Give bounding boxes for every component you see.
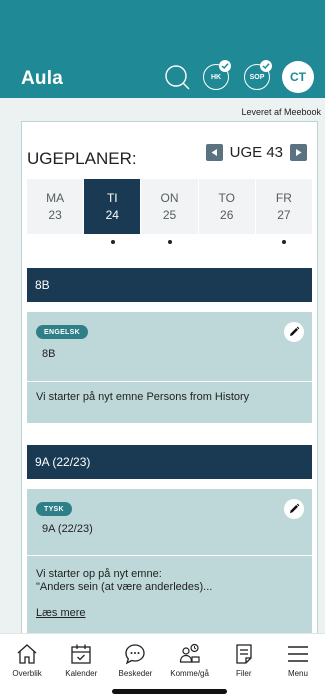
day-date: 27 bbox=[277, 207, 291, 222]
nav-filer[interactable]: Filer bbox=[217, 634, 271, 697]
day-tab-wednesday[interactable]: ON 25 bbox=[141, 179, 199, 234]
document-icon bbox=[236, 644, 252, 664]
lesson-card-engelsk[interactable]: ENGELSK 8B Vi starter på nyt emne Person… bbox=[27, 312, 312, 423]
subject-tag: ENGELSK bbox=[36, 325, 88, 339]
nav-overblik[interactable]: Overblik bbox=[0, 634, 54, 697]
day-name: ON bbox=[160, 190, 179, 205]
edit-button[interactable] bbox=[284, 499, 304, 519]
nav-beskeder[interactable]: Beskeder bbox=[108, 634, 162, 697]
calendar-icon bbox=[71, 644, 91, 664]
day-date: 25 bbox=[162, 207, 177, 222]
user-avatar[interactable]: CT bbox=[282, 61, 314, 93]
day-tab-thursday[interactable]: TO 26 bbox=[198, 179, 256, 234]
triangle-right-icon bbox=[296, 149, 302, 156]
day-tab-tuesday[interactable]: TI 24 bbox=[84, 179, 142, 234]
app-header: Aula HK SOP CT bbox=[0, 0, 325, 98]
nav-label: Menu bbox=[287, 669, 308, 678]
nav-label: Filer bbox=[235, 669, 252, 678]
checkmark-icon bbox=[219, 60, 231, 72]
read-more-link[interactable]: Læs mere bbox=[36, 607, 86, 619]
previous-week-button[interactable] bbox=[205, 144, 223, 161]
nav-komme-gaa[interactable]: Komme/gå bbox=[163, 634, 217, 697]
aula-logo[interactable]: Aula bbox=[21, 68, 63, 90]
nav-label: Komme/gå bbox=[170, 669, 209, 678]
pencil-icon bbox=[290, 326, 300, 336]
triangle-left-icon bbox=[211, 149, 217, 156]
day-name: MA bbox=[46, 190, 65, 205]
badge-label: HK bbox=[210, 73, 222, 81]
badge-label: SOP bbox=[249, 73, 265, 81]
provider-label: Leveret af Meebook bbox=[241, 107, 321, 117]
lesson-class-name: 8B bbox=[42, 348, 56, 360]
lesson-description-line2: "Anders sein (at være anderledes)... bbox=[36, 581, 213, 593]
day-tab-friday[interactable]: FR 27 bbox=[255, 179, 313, 234]
search-icon bbox=[165, 65, 190, 90]
lesson-card-header: ENGELSK 8B bbox=[27, 312, 312, 382]
nav-label: Kalender bbox=[65, 669, 98, 678]
weekplan-title: UGEPLANER: bbox=[27, 149, 137, 168]
entry-dot-indicator bbox=[167, 240, 172, 244]
checkmark-icon bbox=[260, 60, 272, 72]
institution-badge-hk[interactable]: HK bbox=[203, 60, 231, 90]
edit-button[interactable] bbox=[284, 322, 304, 342]
class-header-8b: 8B bbox=[27, 268, 312, 302]
bottom-navigation: Overblik Kalender Beskeder Komme/gå File… bbox=[0, 633, 325, 697]
entry-dot-indicator bbox=[110, 240, 115, 244]
nav-kalender[interactable]: Kalender bbox=[54, 634, 108, 697]
people-clock-icon bbox=[179, 643, 200, 663]
day-date: 26 bbox=[220, 207, 234, 222]
day-selector: MA 23 TI 24 ON 25 TO 26 FR 27 bbox=[27, 179, 313, 234]
institution-badge-sop[interactable]: SOP bbox=[244, 60, 272, 90]
next-week-button[interactable] bbox=[290, 144, 307, 161]
search-button[interactable] bbox=[164, 64, 190, 90]
class-header-9a: 9A (22/23) bbox=[27, 445, 312, 479]
weekplan-panel: UGEPLANER: UGE 43 MA 23 TI 24 ON 25 TO 2… bbox=[21, 121, 318, 641]
lesson-card-tysk[interactable]: TYSK 9A (22/23) Vi starter op på nyt emn… bbox=[27, 489, 312, 640]
day-date: 23 bbox=[48, 207, 62, 222]
lesson-description: Vi starter på nyt emne Persons from Hist… bbox=[36, 391, 250, 403]
lesson-class-name: 9A (22/23) bbox=[42, 523, 93, 535]
nav-menu[interactable]: Menu bbox=[271, 634, 325, 697]
home-icon bbox=[17, 644, 37, 664]
chat-bubble-icon bbox=[125, 644, 146, 665]
home-indicator bbox=[112, 689, 227, 694]
day-name: TI bbox=[106, 190, 118, 205]
nav-label: Overblik bbox=[12, 669, 42, 678]
entry-dot-indicator bbox=[281, 240, 286, 244]
week-label: UGE 43 bbox=[229, 144, 283, 161]
day-tab-monday[interactable]: MA 23 bbox=[27, 179, 85, 234]
hamburger-menu-icon bbox=[287, 646, 308, 662]
day-date: 24 bbox=[105, 207, 119, 222]
day-name: FR bbox=[275, 190, 292, 205]
week-navigator: UGE 43 bbox=[205, 144, 307, 161]
day-entry-indicators bbox=[27, 234, 312, 250]
nav-label: Beskeder bbox=[118, 669, 153, 678]
subject-tag: TYSK bbox=[36, 502, 72, 516]
pencil-icon bbox=[290, 503, 300, 513]
lesson-card-header: TYSK 9A (22/23) bbox=[27, 489, 312, 556]
lesson-description-line1: Vi starter op på nyt emne: bbox=[36, 568, 162, 580]
day-name: TO bbox=[218, 190, 235, 205]
